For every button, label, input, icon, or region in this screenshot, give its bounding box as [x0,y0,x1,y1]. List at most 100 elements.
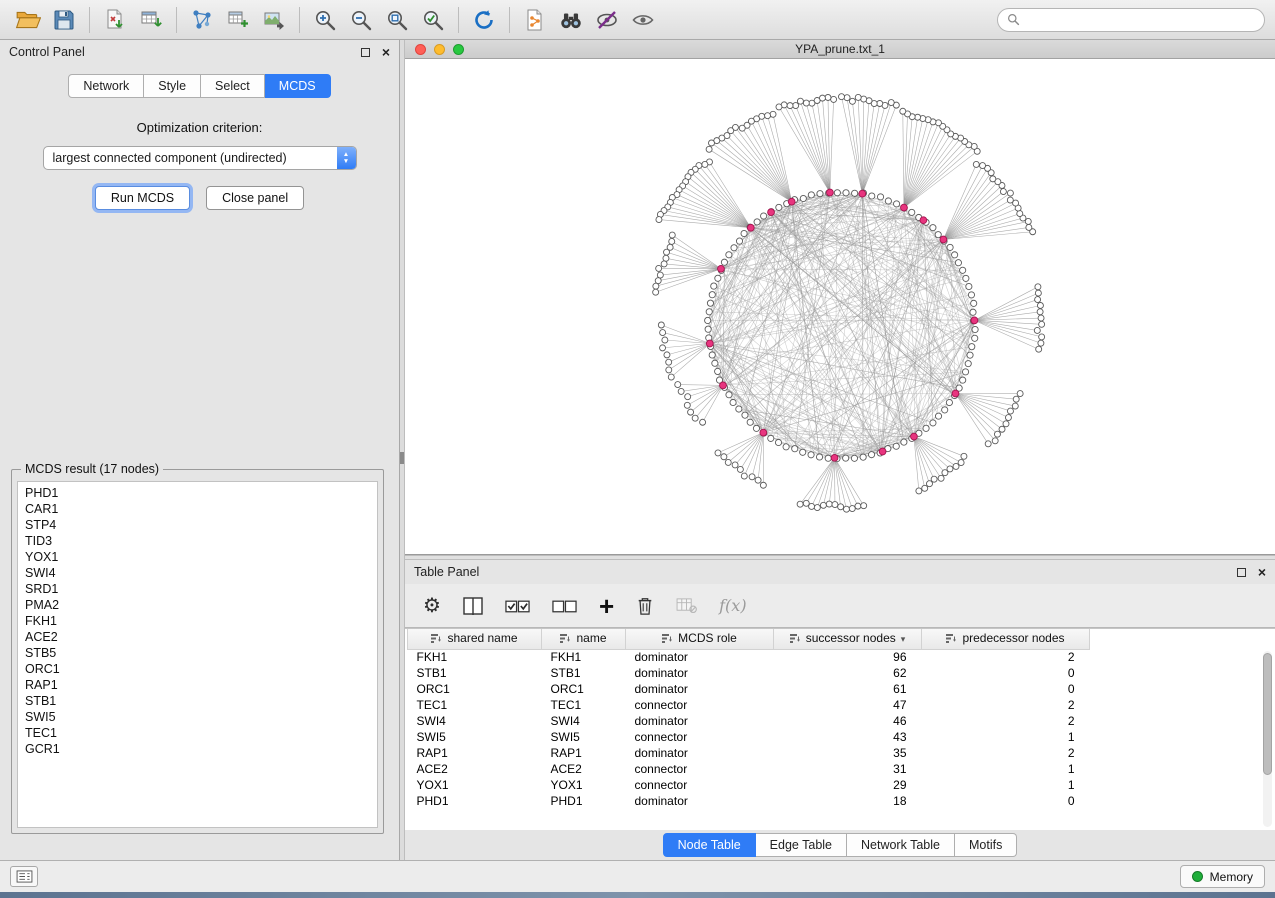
mcds-result-node[interactable]: CAR1 [25,501,377,517]
leaf-node[interactable] [926,481,932,487]
network-node[interactable] [715,275,721,281]
table-cell[interactable]: connector [626,777,774,793]
table-cell[interactable]: 0 [922,681,1090,697]
table-cell[interactable]: connector [626,697,774,713]
network-node[interactable] [808,452,814,458]
column-header-predecessor-nodes[interactable]: predecessor nodes [922,629,1090,649]
table-cell[interactable]: dominator [626,793,774,809]
mcds-dominator-node[interactable] [859,190,866,197]
network-node[interactable] [969,344,975,350]
mcds-dominator-node[interactable] [879,448,886,455]
network-node[interactable] [726,392,732,398]
mcds-dominator-node[interactable] [940,236,947,243]
tab-select[interactable]: Select [201,74,265,98]
network-node[interactable] [808,192,814,198]
table-cell[interactable]: connector [626,729,774,745]
leaf-node[interactable] [685,394,691,400]
table-cell[interactable]: 0 [922,793,1090,809]
mcds-dominator-node[interactable] [901,204,908,211]
leaf-node[interactable] [958,460,964,466]
leaf-node[interactable] [1013,396,1019,402]
network-node[interactable] [731,245,737,251]
table-cell[interactable]: 43 [774,729,922,745]
leaf-node[interactable] [953,463,959,469]
leaf-node[interactable] [715,450,721,456]
column-header-name[interactable]: name [542,629,626,649]
table-cell[interactable]: YOX1 [542,777,626,793]
table-cell[interactable]: 96 [774,649,922,665]
mcds-dominator-node[interactable] [760,429,767,436]
leaf-node[interactable] [692,415,698,421]
table-cell[interactable]: 62 [774,665,922,681]
mcds-result-node[interactable]: PMA2 [25,597,377,613]
leaf-node[interactable] [684,402,690,408]
mcds-result-node[interactable]: STB5 [25,645,377,661]
network-node[interactable] [966,283,972,289]
import-table-from-file-button[interactable] [133,4,169,36]
leaf-node[interactable] [797,501,803,507]
leaf-node[interactable] [922,485,928,491]
table-cell[interactable]: 1 [922,729,1090,745]
table-cell[interactable]: dominator [626,665,774,681]
mcds-dominator-node[interactable] [831,454,838,461]
network-node[interactable] [742,412,748,418]
table-cell[interactable]: SWI4 [542,713,626,729]
leaf-node[interactable] [999,426,1005,432]
leaf-node[interactable] [755,477,761,483]
leaf-node[interactable] [1035,290,1041,296]
select-all-icon[interactable] [505,592,530,620]
network-node[interactable] [869,193,875,199]
leaf-node[interactable] [765,113,771,119]
leaf-node[interactable] [1036,346,1042,352]
leaf-node[interactable] [980,163,986,169]
search-network-button[interactable] [553,4,589,36]
new-table-button[interactable] [220,4,256,36]
table-cell[interactable]: STB1 [542,665,626,681]
import-network-from-file-button[interactable] [97,4,133,36]
leaf-node[interactable] [653,283,659,289]
leaf-node[interactable] [770,111,776,117]
mcds-result-node[interactable]: PHD1 [25,485,377,501]
table-cell[interactable]: RAP1 [408,745,542,761]
network-node[interactable] [923,425,929,431]
leaf-node[interactable] [721,454,727,460]
leaf-node[interactable] [831,96,837,102]
leaf-node[interactable] [669,238,675,244]
network-node[interactable] [930,420,936,426]
network-node[interactable] [860,454,866,460]
network-node[interactable] [768,435,774,441]
leaf-node[interactable] [1037,302,1043,308]
leaf-node[interactable] [702,161,708,167]
leaf-node[interactable] [1005,415,1011,421]
leaf-node[interactable] [855,503,861,509]
leaf-node[interactable] [877,101,883,107]
table-cell[interactable]: 18 [774,793,922,809]
network-node[interactable] [935,232,941,238]
network-node[interactable] [736,238,742,244]
network-node[interactable] [753,425,759,431]
close-panel-icon[interactable] [382,47,390,57]
network-node[interactable] [868,452,874,458]
table-cell[interactable]: connector [626,761,774,777]
mcds-result-list[interactable]: PHD1CAR1STP4TID3YOX1SWI4SRD1PMA2FKH1ACE2… [17,481,378,828]
column-menu-chevron-icon[interactable] [901,631,906,645]
table-row[interactable]: RAP1RAP1dominator352 [408,745,1090,761]
leaf-node[interactable] [662,337,668,343]
mcds-result-node[interactable]: STB1 [25,693,377,709]
leaf-node[interactable] [825,94,831,100]
show-graphics-details-button[interactable] [625,4,661,36]
leaf-node[interactable] [737,466,743,472]
table-row[interactable]: PHD1PHD1dominator180 [408,793,1090,809]
network-node[interactable] [930,225,936,231]
network-node[interactable] [843,455,849,461]
leaf-node[interactable] [990,176,996,182]
table-cell[interactable]: 1 [922,777,1090,793]
table-row[interactable]: STB1STB1dominator620 [408,665,1090,681]
network-node[interactable] [721,259,727,265]
network-node[interactable] [901,439,907,445]
leaf-node[interactable] [843,506,849,512]
network-node[interactable] [962,369,968,375]
table-cell[interactable]: 2 [922,697,1090,713]
leaf-node[interactable] [741,473,747,479]
leaf-node[interactable] [1017,391,1023,397]
